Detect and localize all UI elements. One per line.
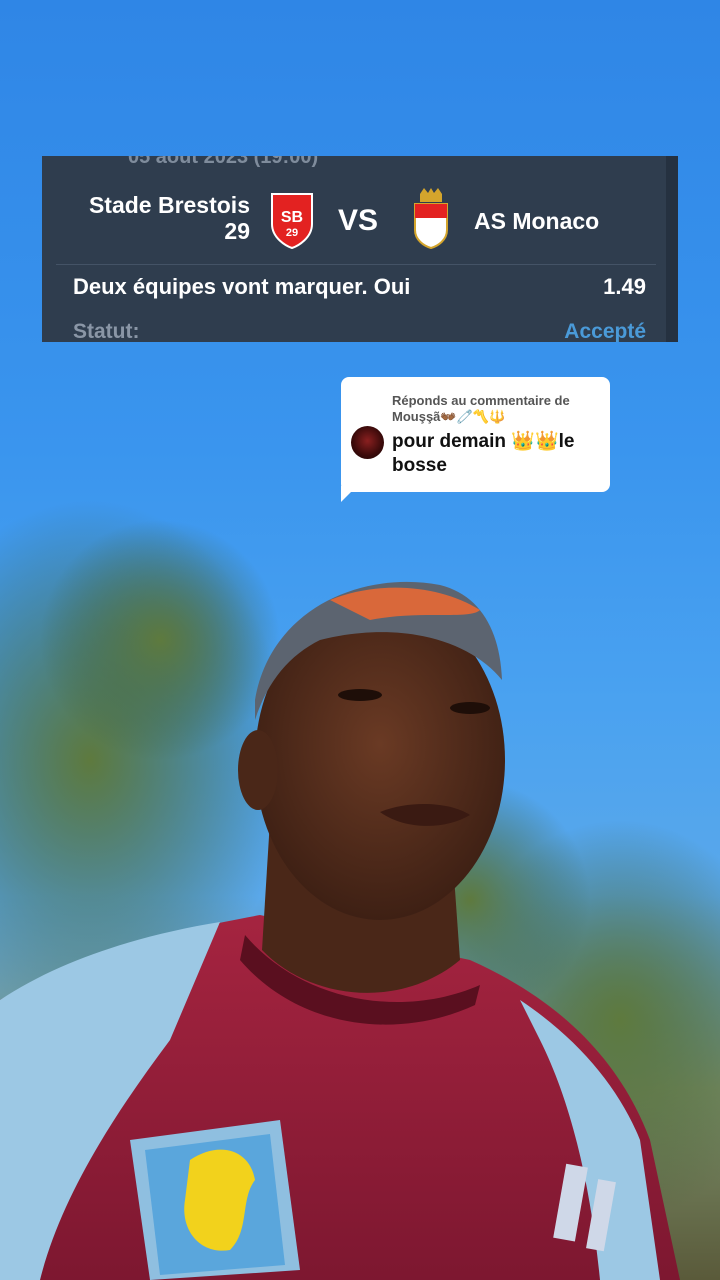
card-divider: [56, 264, 656, 265]
stade-brestois-crest-icon: SB 29: [271, 193, 313, 250]
home-team-name: Stade Brestois 29: [88, 192, 250, 244]
svg-text:29: 29: [286, 227, 298, 239]
reply-header: Réponds au commentaire de Mouşşã👐🏾🧷〽️🔱: [392, 393, 570, 424]
match-date: 05 août 2023 (19:00): [128, 156, 319, 168]
away-team-name: AS Monaco: [474, 208, 600, 234]
status-label: Statut:: [73, 320, 140, 342]
status-value: Accepté: [564, 320, 646, 342]
bet-ticket-card[interactable]: 05 août 2023 (19:00) Stade Brestois 29 S…: [42, 156, 678, 342]
commenter-avatar: [351, 426, 384, 459]
versus-label: VS: [338, 204, 379, 237]
comment-reply-sticker[interactable]: Réponds au commentaire de Mouşşã👐🏾🧷〽️🔱 p…: [341, 377, 610, 492]
bet-odds: 1.49: [603, 274, 646, 299]
card-scroll-edge: [666, 156, 678, 342]
bet-market: Deux équipes vont marquer. Oui: [73, 274, 411, 299]
reply-bubble-tail: [341, 486, 357, 502]
svg-text:SB: SB: [281, 209, 303, 226]
reply-comment-text: pour demain 👑👑le bosse: [392, 431, 575, 476]
as-monaco-crest-icon: [414, 188, 448, 250]
